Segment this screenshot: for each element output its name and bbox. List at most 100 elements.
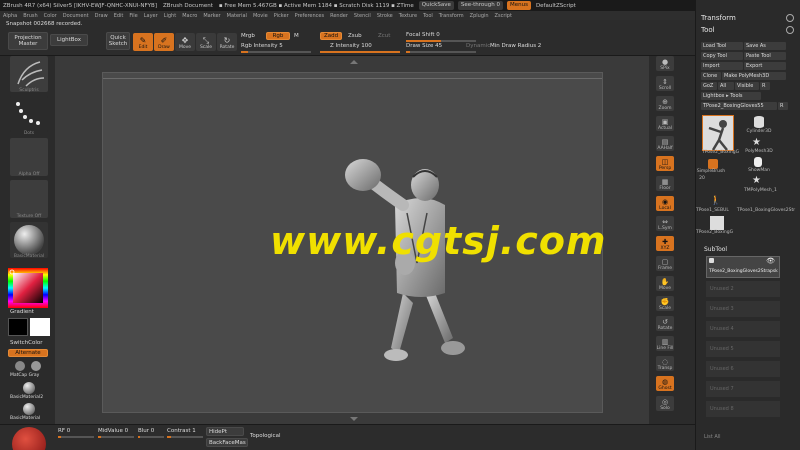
menu-item-brush[interactable]: Brush — [20, 13, 40, 19]
scale-mode-button[interactable]: ⤡ Scale — [196, 33, 216, 51]
menu-item-movie[interactable]: Movie — [250, 13, 271, 19]
menu-item-transform[interactable]: Transform — [436, 13, 467, 19]
primary-color-swatch[interactable] — [30, 318, 50, 336]
hidept-toggle[interactable]: HidePt — [206, 427, 244, 436]
active-tool-thumbnail[interactable] — [702, 115, 734, 151]
menu-item-preferences[interactable]: Preferences — [292, 13, 327, 19]
tool-dock-icon[interactable] — [786, 26, 794, 34]
menu-item-stroke[interactable]: Stroke — [374, 13, 396, 19]
menu-item-color[interactable]: Color — [41, 13, 60, 19]
draw-size-slider[interactable]: Draw Size 45 — [406, 43, 442, 49]
shelf-floor-button[interactable]: ▦ Floor — [656, 176, 674, 191]
shelf-scroll-button[interactable]: ⇕ Scroll — [656, 76, 674, 91]
blur-slider[interactable]: Blur 0 — [138, 428, 154, 434]
menu-item-render[interactable]: Render — [327, 13, 351, 19]
shelf-local-button[interactable]: ◉ Local — [656, 196, 674, 211]
zsub-toggle[interactable]: Zsub — [348, 33, 362, 39]
shelf-l-sym-button[interactable]: ⇔ L.Sym — [656, 216, 674, 231]
rotate-mode-button[interactable]: ↻ Rotate — [217, 33, 237, 51]
rf-slider[interactable]: RF 0 — [58, 428, 70, 434]
cylinder3d-icon[interactable] — [754, 116, 764, 128]
default-zscript-button[interactable]: DefaultZScript — [533, 3, 579, 9]
projection-master-button[interactable]: Projection Master — [8, 32, 48, 50]
export-button[interactable]: Export — [744, 62, 786, 70]
list-all-button[interactable]: List All — [704, 434, 721, 440]
gradient-toggle[interactable]: Gradient — [10, 309, 34, 315]
menu-item-macro[interactable]: Macro — [179, 13, 200, 19]
contrast-track[interactable] — [167, 436, 203, 438]
simplebrush-icon[interactable] — [708, 159, 718, 169]
focal-shift-track[interactable] — [406, 40, 476, 42]
rgb-toggle[interactable]: Rgb — [266, 32, 290, 40]
color-picker[interactable] — [8, 268, 48, 308]
shelf-actual-button[interactable]: ▣ Actual — [656, 116, 674, 131]
basic-material2-sphere[interactable] — [23, 382, 35, 394]
menu-item-zplugin[interactable]: Zplugin — [467, 13, 492, 19]
subtool-slot[interactable]: Unused 7 — [706, 380, 780, 397]
subtool-slot[interactable]: Unused 6 — [706, 360, 780, 377]
menu-item-file[interactable]: File — [126, 13, 140, 19]
shelf-persp-button[interactable]: ◫ Persp — [656, 156, 674, 171]
see-through-slider[interactable]: See-through 0 — [457, 1, 503, 10]
material-thumbnail[interactable] — [10, 222, 48, 258]
save-as-button[interactable]: Save As — [744, 42, 786, 50]
visible-button[interactable]: Visible — [735, 82, 759, 90]
menus-toggle[interactable]: Menus — [506, 1, 531, 10]
z-intensity-slider[interactable]: Z Intensity 100 — [330, 43, 372, 49]
load-tool-button[interactable]: Load Tool — [701, 42, 743, 50]
contrast-slider[interactable]: Contrast 1 — [167, 428, 196, 434]
tpose2-thumb-icon[interactable] — [710, 216, 724, 230]
basic-material-sphere[interactable] — [23, 403, 35, 415]
backface-mask-toggle[interactable]: BackFaceMas — [206, 438, 248, 447]
menu-item-zscript[interactable]: Zscript — [492, 13, 515, 19]
viewport-canvas[interactable]: www.cgtsj.com — [55, 56, 649, 424]
lightbox-tools-button[interactable]: Lightbox ▸ Tools — [701, 92, 761, 100]
menu-item-texture[interactable]: Texture — [396, 13, 420, 19]
clone-button[interactable]: Clone — [701, 72, 721, 80]
menu-item-picker[interactable]: Picker — [271, 13, 292, 19]
menu-item-draw[interactable]: Draw — [92, 13, 111, 19]
blur-track[interactable] — [138, 436, 164, 438]
zadd-toggle[interactable]: Zadd — [320, 32, 342, 40]
make-polymesh-button[interactable]: Make PolyMesh3D — [722, 72, 786, 80]
current-tool-r-button[interactable]: R — [778, 102, 788, 110]
secondary-color-swatch[interactable] — [8, 318, 28, 336]
tool-palette-title[interactable]: Tool — [701, 26, 715, 34]
draw-size-track[interactable] — [406, 51, 476, 53]
transform-palette-title[interactable]: Transform — [701, 14, 736, 22]
rgb-intensity-track[interactable] — [241, 51, 311, 53]
midvalue-slider[interactable]: MidValue 0 — [98, 428, 128, 434]
menu-item-marker[interactable]: Marker — [200, 13, 223, 19]
copy-tool-button[interactable]: Copy Tool — [701, 52, 743, 60]
m-toggle[interactable]: M — [294, 33, 299, 39]
red-material-sphere[interactable] — [12, 427, 46, 450]
shelf-line-fill-button[interactable]: ▥ Line Fill — [656, 336, 674, 351]
subtool-palette-title[interactable]: SubTool — [704, 246, 727, 253]
rf-track[interactable] — [58, 436, 94, 438]
subtool-active-item[interactable]: 👁 TPose2_BoxingGloves2Strapsk — [706, 256, 780, 278]
min-draw-radius-slider[interactable]: Min Draw Radius 2 — [490, 43, 541, 49]
paste-tool-button[interactable]: Paste Tool — [744, 52, 786, 60]
shelf-scale-button[interactable]: ✊ Scale — [656, 296, 674, 311]
menu-item-document[interactable]: Document — [60, 13, 92, 19]
shelf-solo-button[interactable]: ◎ Solo — [656, 396, 674, 411]
tmpolymesh-star-icon[interactable]: ★ — [752, 175, 761, 186]
lightbox-button[interactable]: LightBox — [50, 34, 88, 46]
subtool-slot[interactable]: Unused 4 — [706, 320, 780, 337]
subtool-slot[interactable]: Unused 3 — [706, 300, 780, 317]
shelf-ghost-button[interactable]: ◍ Ghost — [656, 376, 674, 391]
tpose1-figure-icon[interactable]: 🚶 — [710, 196, 721, 206]
all-button[interactable]: All — [718, 82, 734, 90]
matcap-swatches[interactable] — [14, 359, 44, 373]
shelf-move-button[interactable]: ✋ Move — [656, 276, 674, 291]
dynamic-toggle[interactable]: Dynamic — [466, 43, 490, 49]
menu-item-tool[interactable]: Tool — [420, 13, 436, 19]
subtool-slot[interactable]: Unused 2 — [706, 280, 780, 297]
alternate-toggle[interactable]: Alternate — [8, 349, 48, 357]
collapse-down-icon[interactable] — [350, 417, 358, 421]
menu-item-stencil[interactable]: Stencil — [351, 13, 374, 19]
draw-mode-button[interactable]: ✐ Draw — [154, 33, 174, 51]
mrgb-toggle[interactable]: Mrgb — [241, 33, 255, 39]
brush-thumbnail[interactable] — [10, 56, 48, 92]
palette-dock-icon[interactable] — [786, 14, 794, 22]
